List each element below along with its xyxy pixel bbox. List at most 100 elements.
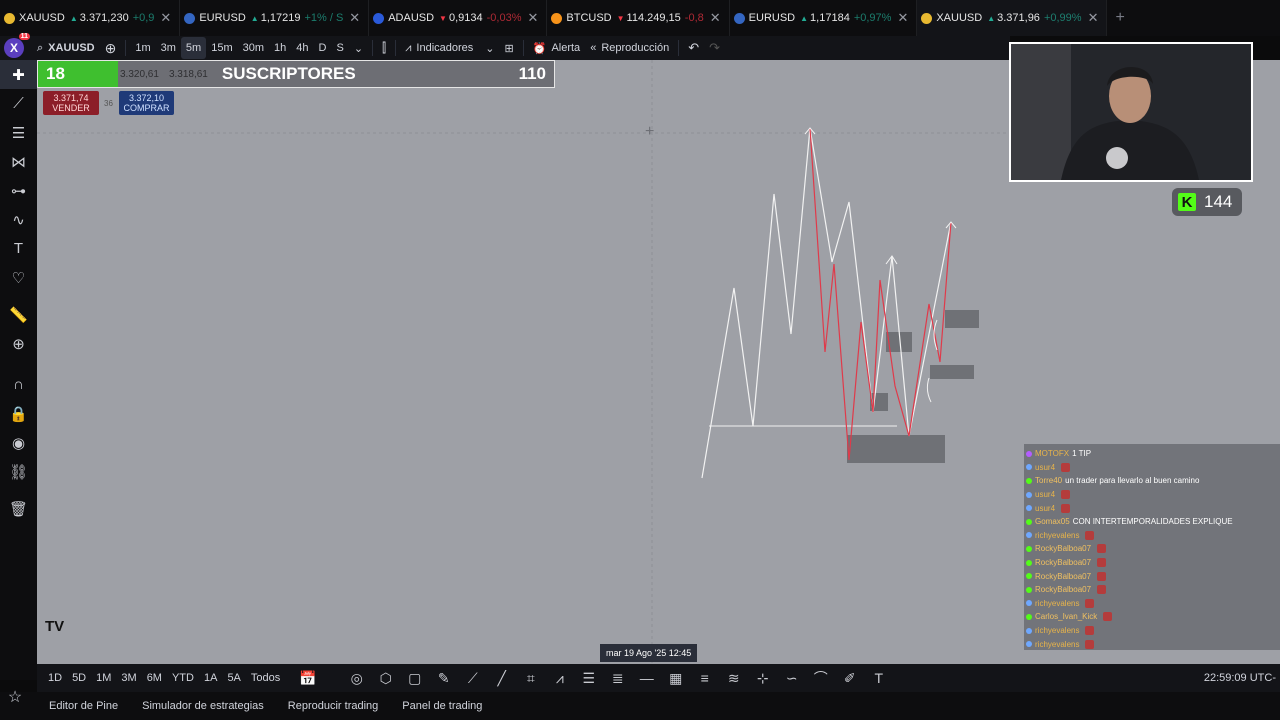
range-5a[interactable]: 5A: [222, 672, 245, 684]
symbol-search[interactable]: ⌕ XAUUSD: [32, 37, 100, 59]
interval-D[interactable]: D: [314, 37, 332, 59]
range-6m[interactable]: 6M: [142, 672, 167, 684]
lock-tool[interactable]: 🔒: [0, 399, 37, 428]
panel-tab[interactable]: Reproducir trading: [288, 700, 379, 712]
shape-tool[interactable]: ▢: [400, 670, 429, 687]
chat-user[interactable]: usur4: [1035, 490, 1055, 499]
chat-user[interactable]: usur4: [1035, 504, 1055, 513]
interval-1h[interactable]: 1h: [269, 37, 291, 59]
close-icon[interactable]: ✕: [897, 10, 908, 26]
interval-dropdown[interactable]: ⌄: [349, 37, 368, 59]
interval-1m[interactable]: 1m: [130, 37, 155, 59]
chat-user[interactable]: richyevalens: [1035, 626, 1079, 635]
chat-user[interactable]: MOTOFX: [1035, 449, 1069, 458]
shape-tool[interactable]: ▦: [661, 670, 690, 687]
delete-tool[interactable]: 🗑: [0, 494, 37, 523]
add-tab-button[interactable]: +: [1115, 9, 1124, 27]
close-icon[interactable]: ✕: [527, 10, 538, 26]
shape-tool[interactable]: ⩘: [545, 670, 574, 687]
shape-tool[interactable]: ⌗: [516, 670, 545, 687]
goto-date-button[interactable]: 📅: [293, 670, 322, 687]
interval-3m[interactable]: 3m: [156, 37, 181, 59]
chat-user[interactable]: Gomax05: [1035, 517, 1070, 526]
trendline-tool[interactable]: ⟋: [0, 89, 37, 118]
interval-5m[interactable]: 5m: [180, 37, 207, 59]
panel-tab[interactable]: Panel de trading: [402, 700, 482, 712]
shape-tool[interactable]: ≋: [719, 670, 748, 687]
chat-user[interactable]: Carlos_Ivan_Kick: [1035, 612, 1097, 621]
range-1m[interactable]: 1M: [91, 672, 116, 684]
shape-tool[interactable]: ⊹: [748, 670, 777, 687]
close-icon[interactable]: ✕: [349, 10, 360, 26]
text-tool[interactable]: T: [0, 234, 37, 263]
range-1a[interactable]: 1A: [199, 672, 222, 684]
shape-tool[interactable]: ⌒: [806, 668, 835, 688]
measure-tool[interactable]: 📏: [0, 300, 37, 329]
indicators-label: Indicadores: [416, 42, 474, 54]
forecast-tool[interactable]: ⊶: [0, 176, 37, 205]
zoom-tool[interactable]: ⊕: [0, 329, 37, 358]
icon-tool[interactable]: ♡: [0, 263, 37, 292]
chat-user[interactable]: richyevalens: [1035, 531, 1079, 540]
symbol-tab[interactable]: XAUUSD ▲ 3.371,230 +0,9 ✕: [0, 0, 181, 36]
fib-tool[interactable]: ☰: [0, 118, 37, 147]
interval-30m[interactable]: 30m: [238, 37, 269, 59]
chat-user[interactable]: usur4: [1035, 463, 1055, 472]
interval-S[interactable]: S: [331, 37, 348, 59]
layouts-button[interactable]: ⊞: [500, 37, 519, 59]
chat-user[interactable]: RockyBalboa07: [1035, 544, 1091, 553]
link-tool[interactable]: ⛓: [0, 457, 37, 486]
shape-tool[interactable]: ⬡: [371, 670, 400, 687]
magnet-tool[interactable]: ∩: [0, 370, 37, 399]
chat-user[interactable]: RockyBalboa07: [1035, 572, 1091, 581]
user-avatar[interactable]: X 11: [4, 33, 30, 58]
redo-button[interactable]: ↷: [704, 37, 725, 59]
range-todos[interactable]: Todos: [246, 672, 285, 684]
range-1d[interactable]: 1D: [43, 672, 67, 684]
shape-tool[interactable]: ∽: [777, 670, 806, 687]
sell-button[interactable]: 3.371,74 VENDER: [43, 91, 99, 115]
close-icon[interactable]: ✕: [1088, 10, 1099, 26]
hide-tool[interactable]: ◉: [0, 428, 37, 457]
chat-user[interactable]: Torre40: [1035, 476, 1062, 485]
panel-tab[interactable]: Editor de Pine: [49, 700, 118, 712]
shape-tool[interactable]: ⟋: [458, 670, 487, 687]
shape-tool[interactable]: ☰: [574, 670, 603, 687]
compare-button[interactable]: ⊕: [100, 37, 122, 59]
chart-type-button[interactable]: ⫿: [377, 37, 391, 59]
shape-tool[interactable]: —: [632, 670, 661, 686]
chat-user[interactable]: RockyBalboa07: [1035, 585, 1091, 594]
pattern-tool[interactable]: ⋈: [0, 147, 37, 176]
shape-tool[interactable]: ≡: [690, 670, 719, 686]
symbol-tab[interactable]: EURUSD ▲ 1,17219 +1% / S ✕: [180, 0, 370, 36]
range-ytd[interactable]: YTD: [167, 672, 199, 684]
shape-tool[interactable]: ✎: [429, 670, 458, 687]
buy-button[interactable]: 3.372,10 COMPRAR: [119, 91, 174, 115]
symbol-tab[interactable]: BTCUSD ▼ 114.249,15 -0,8 ✕: [547, 0, 730, 36]
shape-tool[interactable]: T: [864, 670, 893, 686]
chat-user[interactable]: RockyBalboa07: [1035, 558, 1091, 567]
close-icon[interactable]: ✕: [710, 10, 721, 26]
shape-tool[interactable]: ╱: [487, 670, 516, 687]
range-3m[interactable]: 3M: [116, 672, 141, 684]
panel-tab[interactable]: Simulador de estrategias: [142, 700, 264, 712]
close-icon[interactable]: ✕: [160, 10, 171, 26]
interval-15m[interactable]: 15m: [206, 37, 237, 59]
shape-tool[interactable]: ≣: [603, 670, 632, 687]
replay-button[interactable]: « Reproducción: [585, 37, 674, 59]
brush-tool[interactable]: ∿: [0, 205, 37, 234]
chat-user[interactable]: richyevalens: [1035, 640, 1079, 649]
symbol-tab[interactable]: ADAUSD ▼ 0,9134 -0,03% ✕: [369, 0, 548, 36]
shape-tool[interactable]: ◎: [342, 670, 371, 687]
crosshair-tool[interactable]: ✚: [0, 60, 37, 89]
chat-user[interactable]: richyevalens: [1035, 599, 1079, 608]
symbol-tab[interactable]: EURUSD ▲ 1,17184 +0,97% ✕: [730, 0, 918, 36]
symbol-tab[interactable]: XAUUSD ▲ 3.371,96 +0,99% ✕: [917, 0, 1108, 36]
alert-button[interactable]: ⏰ Alerta: [528, 37, 585, 59]
favorite-button[interactable]: ☆: [0, 682, 30, 712]
range-5d[interactable]: 5D: [67, 672, 91, 684]
interval-4h[interactable]: 4h: [291, 37, 313, 59]
undo-button[interactable]: ↶: [683, 37, 704, 59]
indicators-button[interactable]: ⩘ Indicadores ⌄: [400, 37, 499, 59]
shape-tool[interactable]: ✐: [835, 670, 864, 687]
